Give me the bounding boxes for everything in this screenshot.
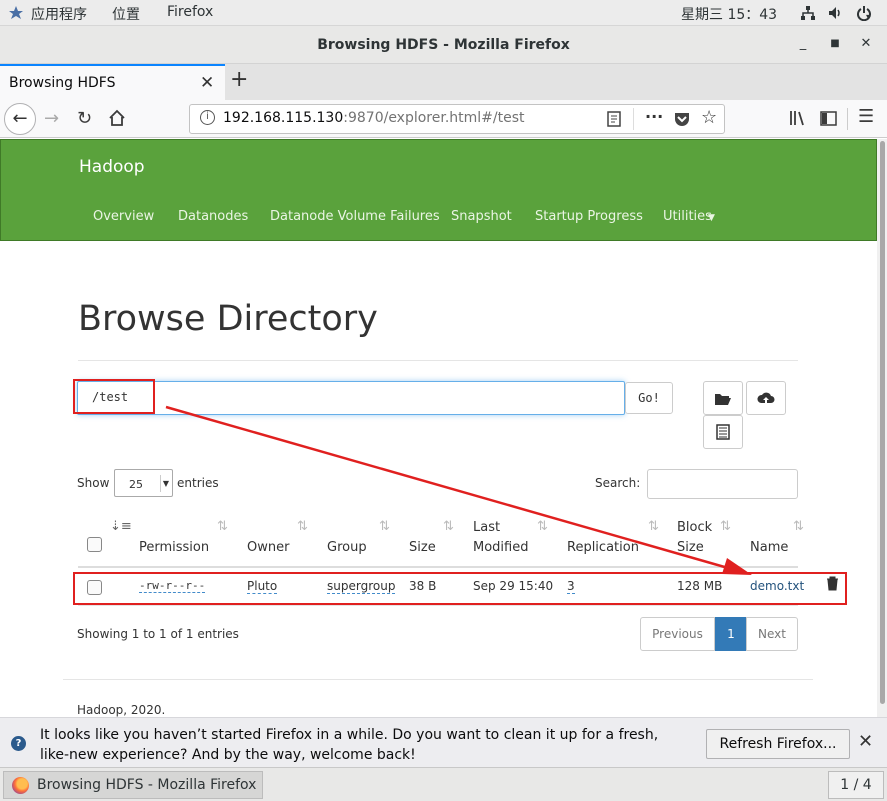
notification-message: It looks like you haven’t started Firefo…: [40, 727, 659, 763]
notification-close-icon[interactable]: ✕: [858, 731, 873, 752]
reader-view-icon[interactable]: [607, 111, 621, 131]
back-icon[interactable]: ←: [4, 103, 36, 135]
places-menu[interactable]: 位置: [112, 4, 140, 24]
reload-icon[interactable]: ↻: [77, 108, 92, 129]
refresh-notification-bar: ? It looks like you haven’t started Fire…: [0, 717, 887, 767]
system-menu-arrow-icon[interactable]: ▾: [866, 12, 870, 21]
annotation-arrow: [165, 405, 752, 575]
menu-hamburger-icon[interactable]: ☰: [858, 106, 874, 127]
maximize-icon[interactable]: ■: [827, 38, 843, 54]
page-content: Hadoop Overview Datanodes Datanode Volum…: [0, 139, 877, 717]
tab-browsing-hdfs[interactable]: Browsing HDFS ✕: [0, 64, 225, 100]
taskbar-task-label: Browsing HDFS - Mozilla Firefox: [37, 777, 257, 793]
toolbar-divider: [847, 108, 848, 130]
firefox-icon: [12, 777, 29, 794]
window-close-icon[interactable]: ✕: [858, 36, 874, 52]
scrollbar-thumb[interactable]: [880, 141, 885, 704]
clock[interactable]: 星期三 15：43: [681, 4, 777, 24]
taskbar: Browsing HDFS - Mozilla Firefox 1 / 4: [0, 767, 887, 801]
url-text[interactable]: 192.168.115.130:9870/explorer.html#/test: [223, 110, 525, 126]
minimize-icon[interactable]: _: [795, 36, 811, 52]
volume-icon[interactable]: [827, 5, 843, 25]
apps-menu[interactable]: 应用程序: [31, 4, 87, 24]
url-bar[interactable]: i 192.168.115.130:9870/explorer.html#/te…: [189, 104, 725, 134]
nav-toolbar: ← → ↻ i 192.168.115.130:9870/explorer.ht…: [0, 100, 887, 138]
bookmark-star-icon[interactable]: ☆: [701, 107, 717, 128]
page-actions-icon[interactable]: ···: [645, 107, 663, 126]
forward-icon[interactable]: →: [44, 108, 59, 129]
taskbar-firefox-window[interactable]: Browsing HDFS - Mozilla Firefox: [3, 771, 263, 799]
tab-label: Browsing HDFS: [9, 75, 116, 91]
apps-menu-icon[interactable]: [8, 5, 23, 19]
library-icon[interactable]: [789, 109, 807, 132]
site-info-icon[interactable]: i: [200, 110, 215, 125]
question-icon: ?: [11, 736, 26, 751]
refresh-firefox-button[interactable]: Refresh Firefox...: [706, 729, 850, 759]
system-top-bar: 应用程序 位置 Firefox 星期三 15：43 ▾: [0, 0, 887, 26]
firefox-app-menu[interactable]: Firefox: [167, 4, 213, 20]
tab-strip: Browsing HDFS ✕ +: [0, 64, 887, 100]
tab-close-icon[interactable]: ✕: [200, 73, 214, 93]
workspace-indicator[interactable]: 1 / 4: [828, 771, 884, 799]
new-tab-icon[interactable]: +: [230, 67, 248, 92]
page-scrollbar[interactable]: [877, 139, 887, 717]
sidebar-icon[interactable]: [820, 110, 837, 131]
window-title-bar: Browsing HDFS - Mozilla Firefox _ ■ ✕: [0, 26, 887, 64]
url-divider: [633, 108, 634, 130]
home-icon[interactable]: [108, 109, 126, 132]
network-icon[interactable]: [800, 5, 816, 25]
pocket-icon[interactable]: [674, 111, 690, 131]
window-title: Browsing HDFS - Mozilla Firefox: [317, 37, 570, 53]
